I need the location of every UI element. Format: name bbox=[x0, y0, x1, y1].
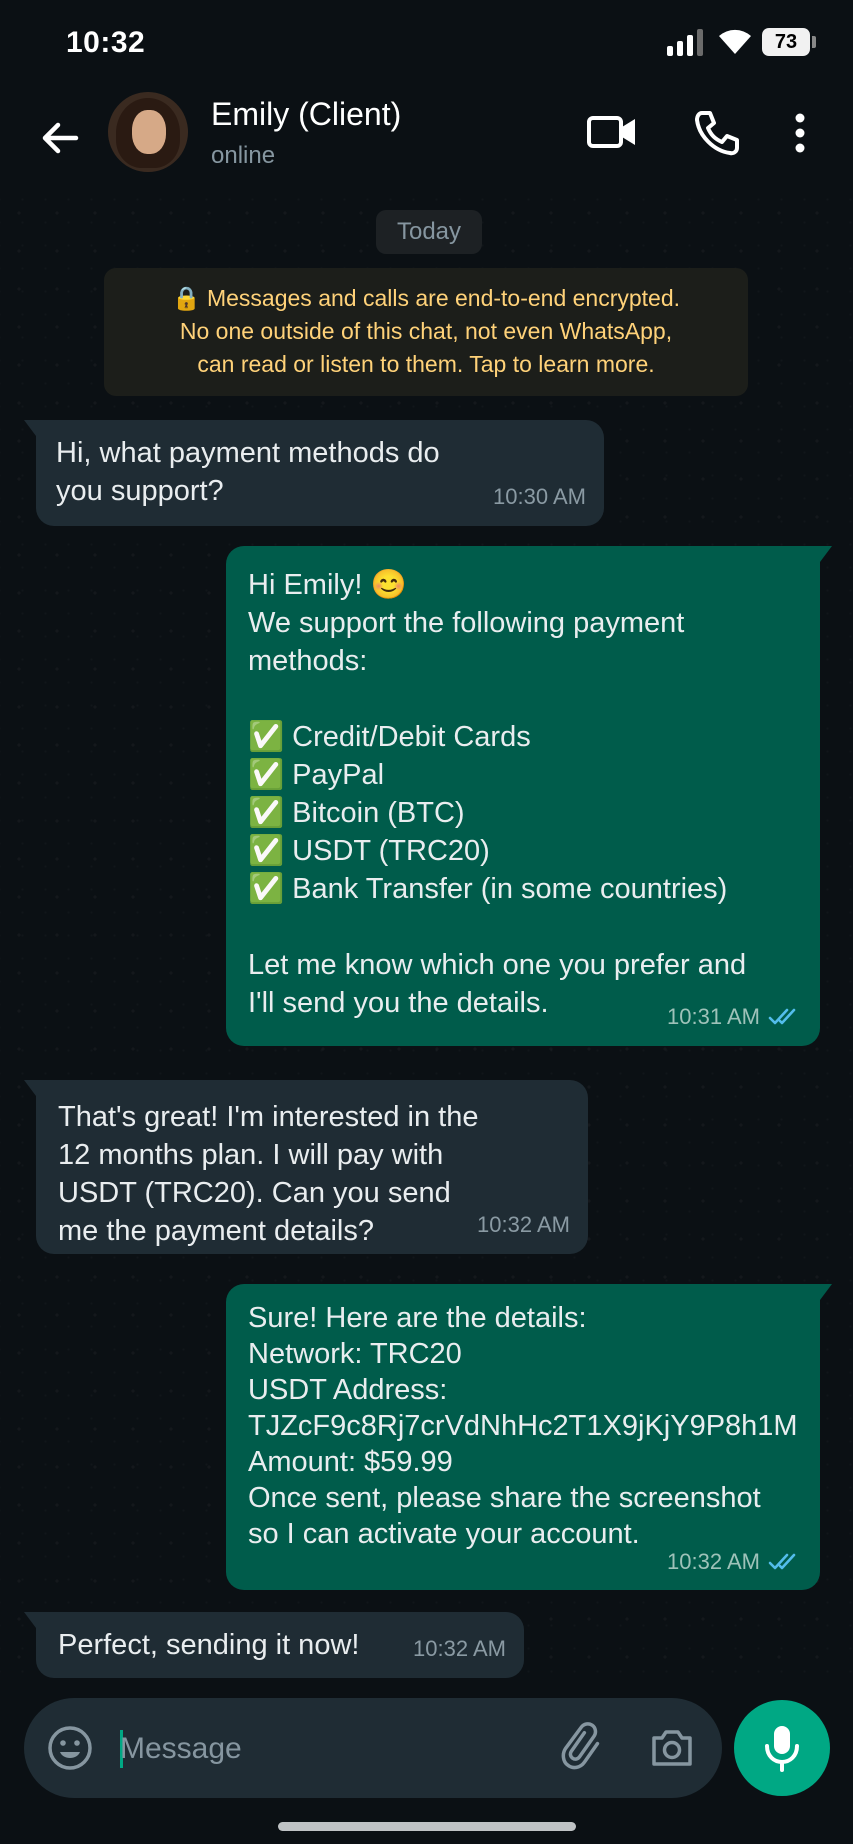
signal-icon bbox=[667, 29, 703, 56]
message-time: 10:32 AM bbox=[477, 1212, 570, 1237]
message-outgoing[interactable]: Hi Emily! 😊 We support the following pay… bbox=[226, 546, 832, 1046]
attach-icon[interactable] bbox=[558, 1722, 610, 1774]
status-bar: 10:32 73 bbox=[0, 0, 853, 88]
message-text: Hi Emily! 😊 We support the following pay… bbox=[248, 569, 747, 1019]
message-composer bbox=[24, 1698, 722, 1798]
message-time: 10:31 AM bbox=[667, 1004, 760, 1029]
more-vert-icon[interactable] bbox=[786, 108, 814, 158]
message-text: Sure! Here are the details: Network: TRC… bbox=[248, 1302, 798, 1550]
battery-tip bbox=[812, 36, 816, 48]
wifi-icon bbox=[719, 29, 751, 54]
date-chip: Today bbox=[376, 210, 482, 254]
mic-button[interactable] bbox=[734, 1700, 830, 1796]
chat-header: Emily (Client) online bbox=[0, 88, 853, 194]
battery-indicator: 73 bbox=[762, 28, 810, 56]
back-arrow-icon[interactable] bbox=[34, 112, 86, 164]
message-input[interactable] bbox=[118, 1718, 542, 1780]
contact-name[interactable]: Emily (Client) bbox=[211, 96, 401, 133]
mic-icon bbox=[765, 1726, 799, 1772]
message-time: 10:32 AM bbox=[413, 1636, 506, 1661]
phone-icon[interactable] bbox=[692, 108, 742, 158]
message-meta: 10:32 AM bbox=[413, 1630, 506, 1668]
message-time: 10:32 AM bbox=[667, 1549, 760, 1574]
message-incoming[interactable]: That's great! I'm interested in the 12 m… bbox=[24, 1080, 588, 1254]
message-meta: 10:32 AM bbox=[667, 1544, 802, 1580]
emoji-icon[interactable] bbox=[46, 1724, 94, 1772]
double-check-read-icon bbox=[768, 1553, 796, 1570]
message-incoming[interactable]: Hi, what payment methods do you support?… bbox=[24, 420, 604, 526]
message-meta: 10:30 AM bbox=[493, 478, 586, 516]
camera-icon[interactable] bbox=[648, 1724, 696, 1772]
avatar[interactable] bbox=[108, 92, 188, 172]
status-time: 10:32 bbox=[66, 26, 146, 59]
avatar-face bbox=[132, 110, 166, 154]
message-incoming[interactable]: Perfect, sending it now! 10:32 AM bbox=[24, 1612, 524, 1678]
double-check-read-icon bbox=[768, 1008, 796, 1025]
contact-status: online bbox=[211, 142, 276, 169]
video-call-icon[interactable] bbox=[586, 110, 638, 154]
message-outgoing[interactable]: Sure! Here are the details: Network: TRC… bbox=[226, 1284, 832, 1590]
home-indicator[interactable] bbox=[278, 1822, 576, 1831]
encryption-notice[interactable]: 🔒 Messages and calls are end-to-end encr… bbox=[104, 268, 748, 396]
message-time: 10:30 AM bbox=[493, 484, 586, 509]
message-meta: 10:31 AM bbox=[667, 998, 802, 1036]
message-meta: 10:32 AM bbox=[477, 1206, 570, 1244]
